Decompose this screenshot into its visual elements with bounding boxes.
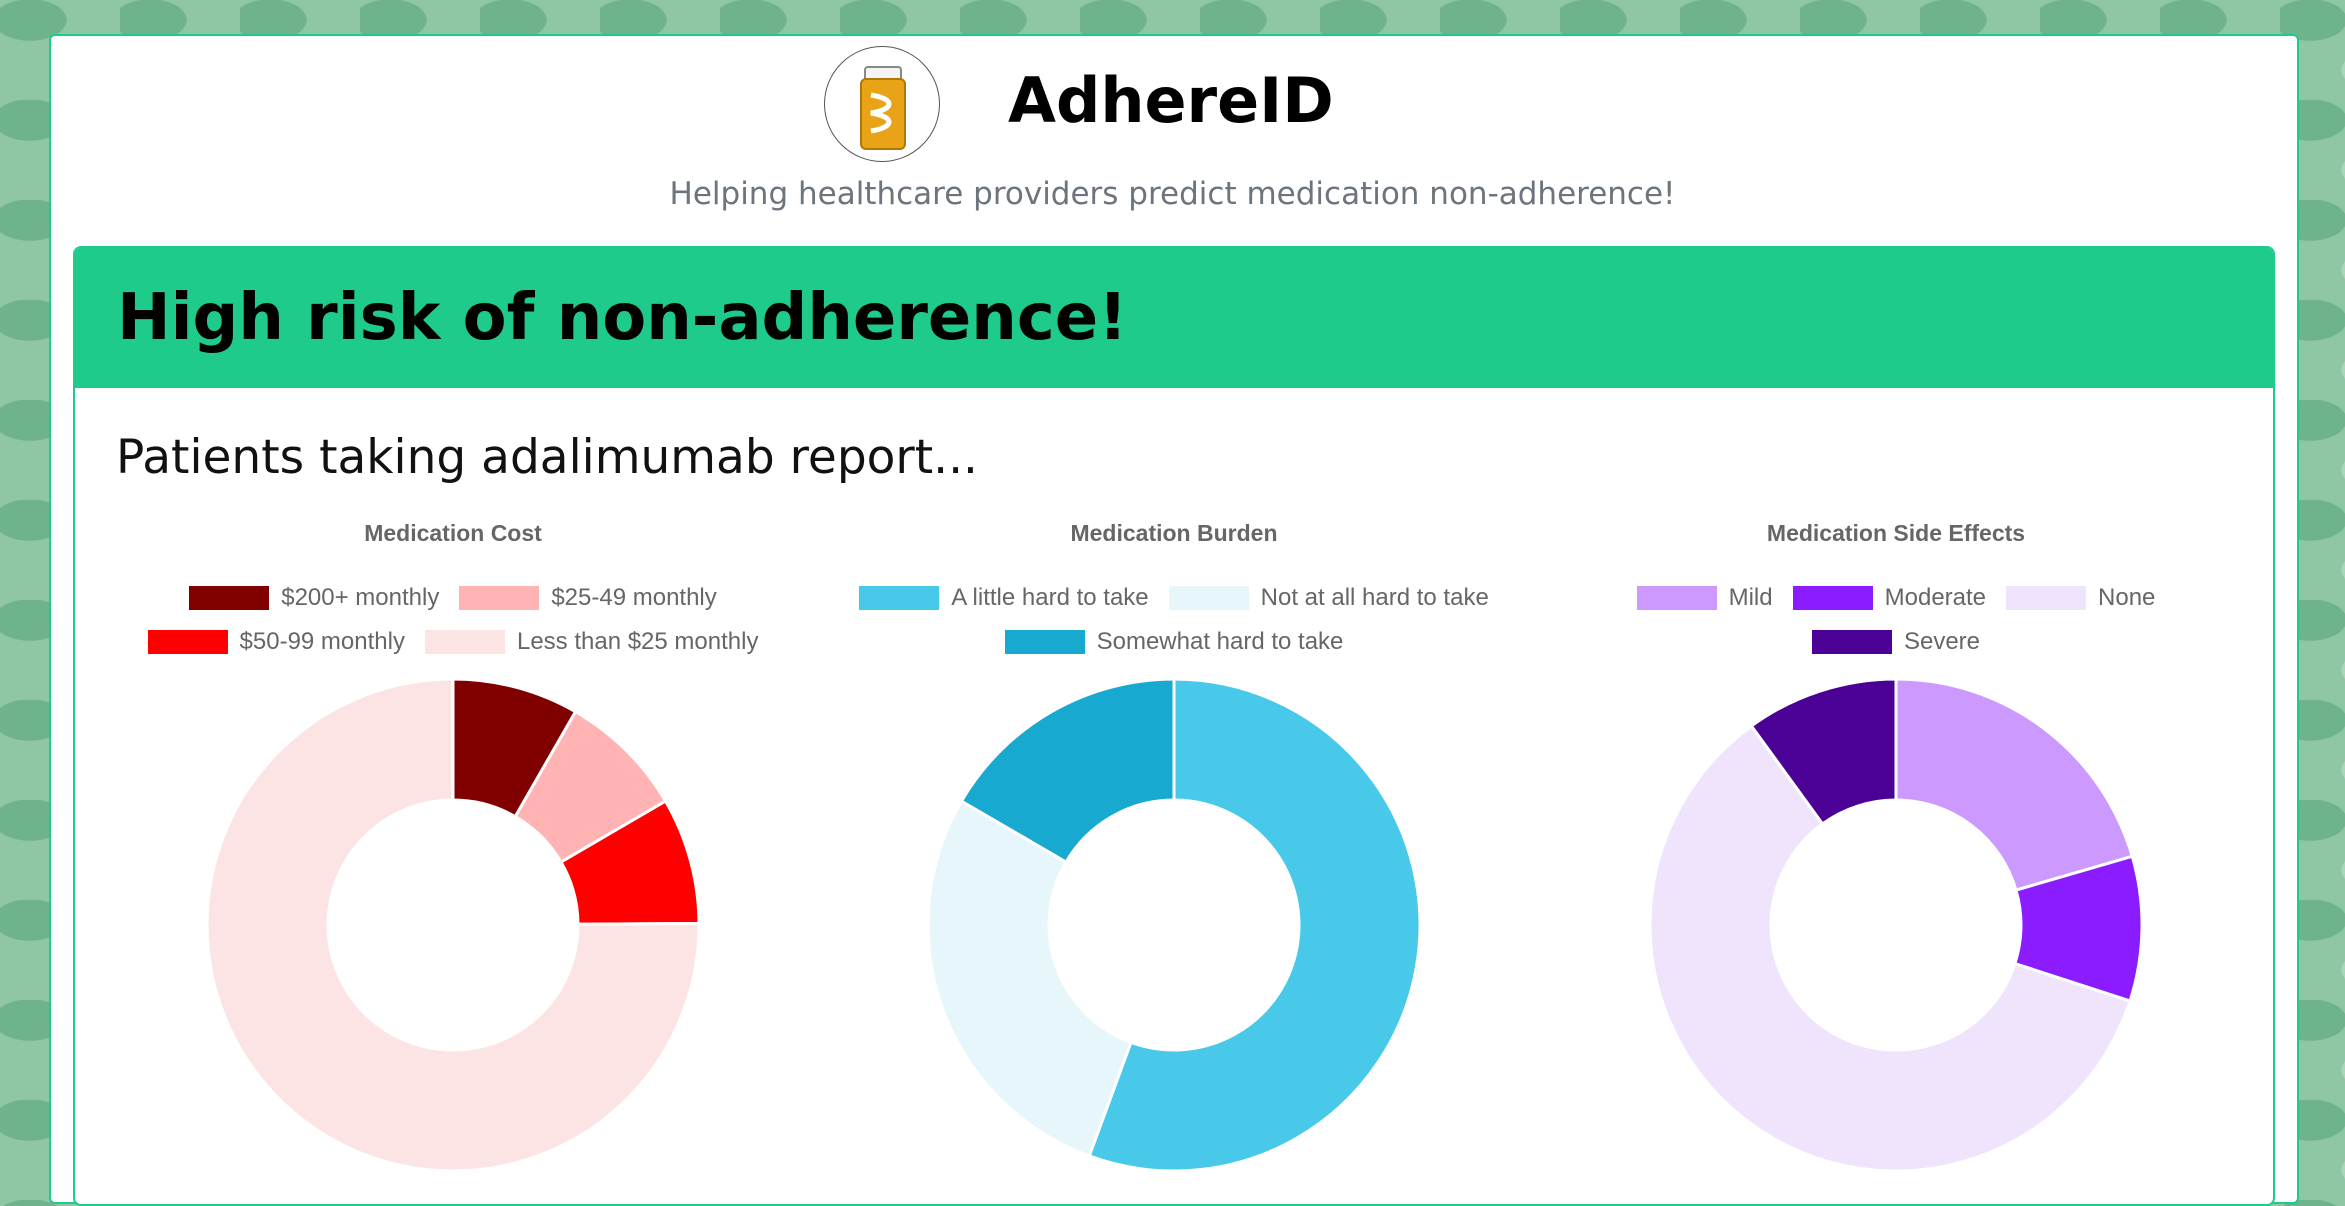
medication-side-effects-donut-chart — [1648, 677, 2144, 1173]
donut-slice[interactable] — [1894, 677, 2135, 892]
